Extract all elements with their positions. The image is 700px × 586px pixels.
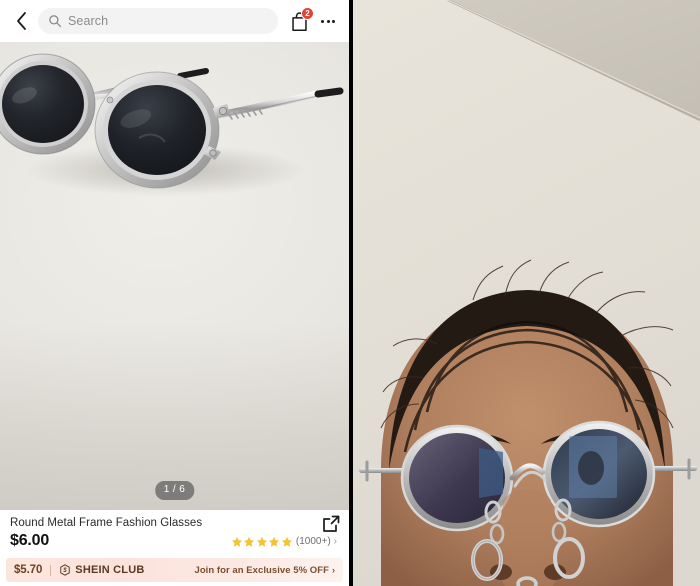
star-icon: [281, 537, 293, 547]
shein-club-brand-name: SHEIN CLUB: [75, 564, 145, 576]
star-icon: [256, 537, 268, 547]
rating-link[interactable]: (1000+) ›: [231, 536, 337, 550]
search-placeholder-text: Search: [68, 13, 109, 28]
star-icon: [231, 537, 243, 547]
gallery-page-counter: 1 / 6: [154, 481, 195, 500]
more-dot: [321, 19, 324, 23]
top-navigation-bar: Search 2: [0, 0, 349, 42]
banner-divider: [50, 564, 52, 576]
more-options-button[interactable]: [315, 6, 341, 36]
club-member-price: $5.70: [14, 564, 43, 576]
chevron-right-icon: ›: [333, 536, 337, 548]
club-join-cta-text: Join for an Exclusive 5% OFF: [194, 564, 329, 576]
product-image-gallery[interactable]: 1 / 6: [0, 42, 349, 510]
club-join-cta[interactable]: Join for an Exclusive 5% OFF ›: [195, 565, 336, 576]
cart-badge-count: 2: [301, 7, 314, 20]
face-with-sunglasses-photo: [353, 0, 700, 586]
split-screen-comparison: Search 2 1 / 6 Round Metal Frame Fashion…: [0, 0, 700, 586]
user-try-on-photo-panel: [353, 0, 700, 586]
sunglasses-product-photo: [0, 42, 349, 510]
shein-product-page-panel: Search 2 1 / 6 Round Metal Frame Fashion…: [0, 0, 349, 586]
search-input[interactable]: Search: [38, 8, 278, 34]
search-icon: [49, 15, 62, 28]
chevron-left-icon: [16, 12, 26, 30]
back-button[interactable]: [8, 6, 34, 36]
cart-button[interactable]: 2: [284, 6, 314, 36]
product-info-section: Round Metal Frame Fashion Glasses $6.00: [0, 510, 349, 586]
star-icon: [269, 537, 280, 547]
shein-club-hexagon-icon: [60, 564, 71, 576]
product-price: $6.00: [10, 532, 50, 550]
chevron-right-icon: ›: [331, 565, 335, 575]
star-rating: [231, 536, 293, 548]
shein-club-banner[interactable]: $5.70 SHEIN CLUB Join for an Exclusive 5…: [6, 558, 343, 582]
share-button[interactable]: [321, 514, 341, 534]
star-icon: [244, 537, 255, 547]
shein-club-logo: SHEIN CLUB: [59, 564, 144, 576]
rating-count-label: (1000+): [295, 536, 331, 548]
product-title: Round Metal Frame Fashion Glasses: [10, 517, 203, 529]
share-external-link-icon: [323, 515, 340, 532]
more-dot: [326, 19, 330, 23]
more-dot: [332, 19, 335, 23]
